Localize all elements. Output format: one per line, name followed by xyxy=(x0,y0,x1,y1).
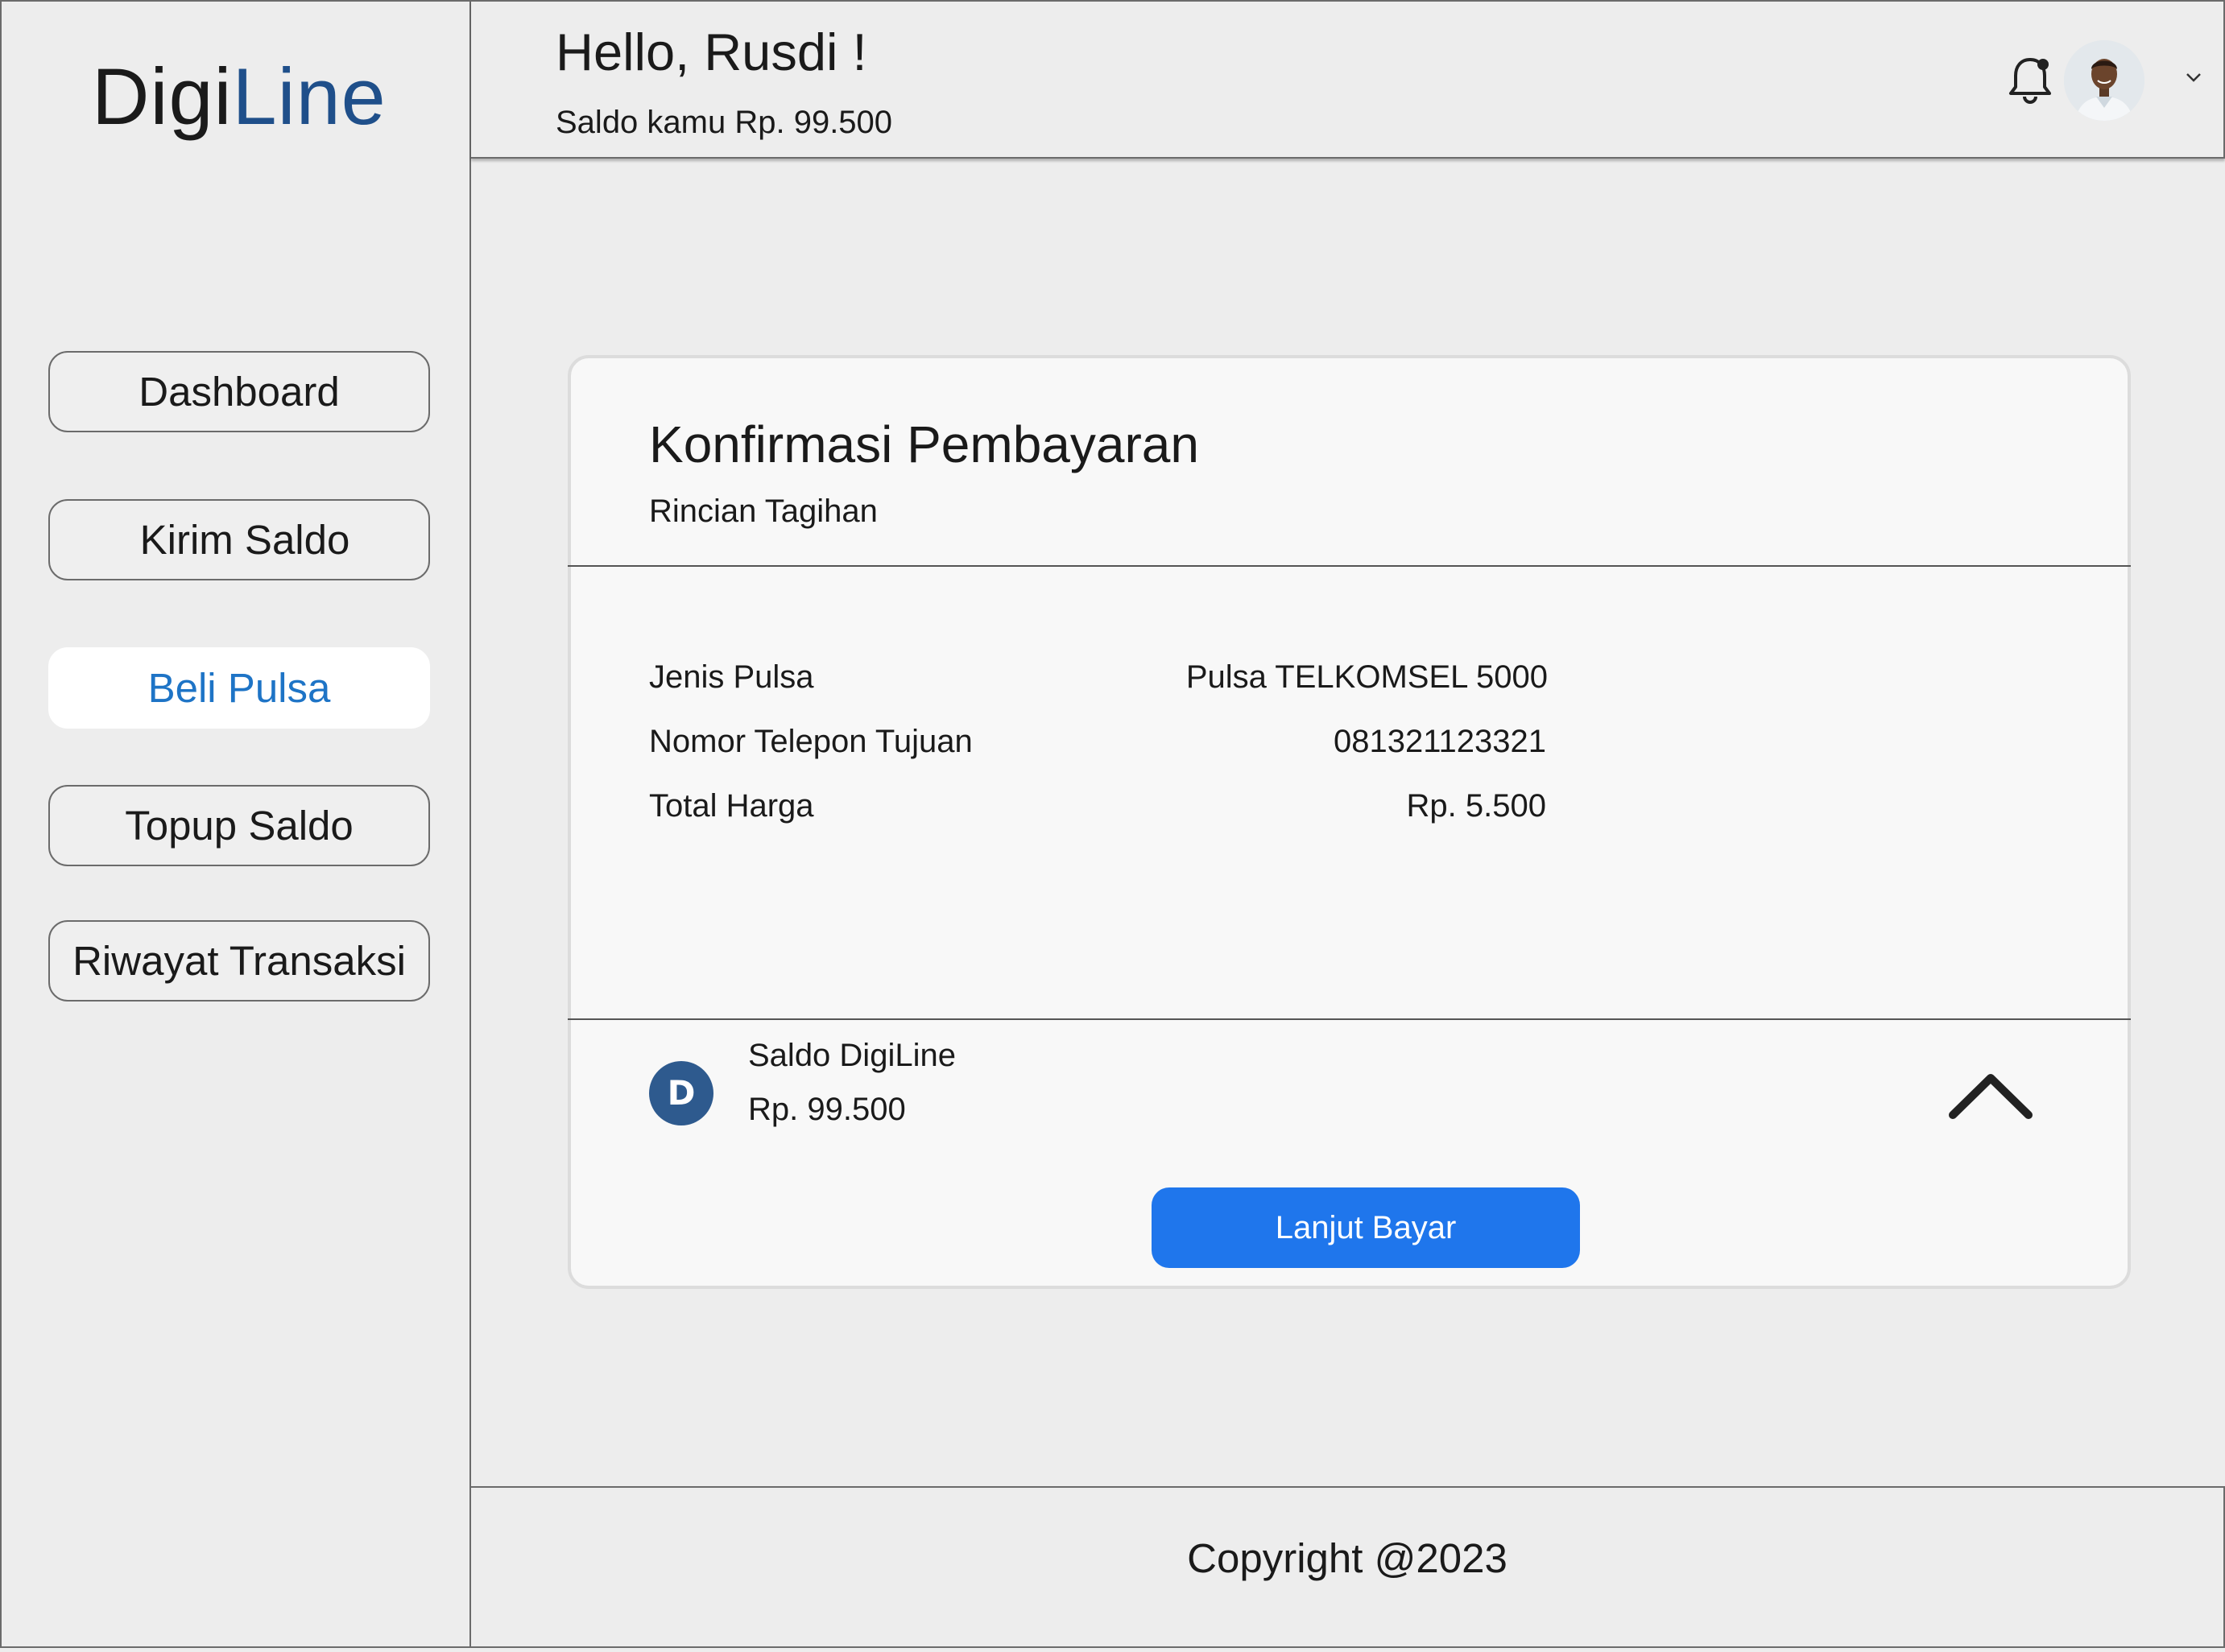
top-header: Hello, Rusdi ! Saldo kamu Rp. 99.500 xyxy=(471,0,2225,159)
row-label-total-harga: Total Harga xyxy=(649,788,814,824)
digiline-payment-icon: D xyxy=(649,1061,713,1125)
divider-bottom xyxy=(568,1018,2131,1020)
lanjut-bayar-button[interactable]: Lanjut Bayar xyxy=(1152,1187,1580,1268)
sidebar-item-dashboard[interactable]: Dashboard xyxy=(48,351,430,432)
copyright-text: Copyright @2023 xyxy=(1187,1535,1507,1581)
footer: Copyright @2023 xyxy=(471,1486,2225,1648)
payment-method-amount: Rp. 99.500 xyxy=(748,1092,906,1127)
sidebar-item-riwayat-transaksi[interactable]: Riwayat Transaksi xyxy=(48,920,430,1002)
page-title: Konfirmasi Pembayaran xyxy=(649,415,1199,473)
chevron-up-icon[interactable] xyxy=(1946,1067,2035,1123)
greeting-text: Hello, Rusdi ! xyxy=(556,23,867,81)
logo-text-line: Line xyxy=(232,52,387,141)
sidebar-item-topup-saldo[interactable]: Topup Saldo xyxy=(48,785,430,866)
divider-top xyxy=(568,565,2131,567)
row-label-nomor-telepon: Nomor Telepon Tujuan xyxy=(649,724,973,759)
bell-icon[interactable] xyxy=(2001,52,2059,109)
sidebar-item-kirim-saldo[interactable]: Kirim Saldo xyxy=(48,499,430,580)
app-logo[interactable]: DigiLine xyxy=(92,48,387,145)
card-subtitle: Rincian Tagihan xyxy=(649,494,878,529)
payment-confirmation-card: Konfirmasi Pembayaran Rincian Tagihan Je… xyxy=(568,355,2131,1289)
sidebar: DigiLine Dashboard Kirim Saldo Beli Puls… xyxy=(0,0,471,1648)
payment-method-name: Saldo DigiLine xyxy=(748,1038,956,1073)
row-label-jenis-pulsa: Jenis Pulsa xyxy=(649,659,814,695)
row-value-jenis-pulsa: Pulsa TELKOMSEL 5000 xyxy=(1185,659,1548,695)
row-value-nomor-telepon: 081321123321 xyxy=(1334,724,1546,759)
row-value-total-harga: Rp. 5.500 xyxy=(1406,788,1546,824)
sidebar-item-beli-pulsa[interactable]: Beli Pulsa xyxy=(48,647,430,729)
chevron-down-icon[interactable] xyxy=(2185,71,2202,84)
user-avatar-icon xyxy=(2064,40,2144,121)
balance-text: Saldo kamu Rp. 99.500 xyxy=(556,105,893,140)
avatar[interactable] xyxy=(2064,40,2144,121)
logo-text-digi: Digi xyxy=(92,52,233,141)
